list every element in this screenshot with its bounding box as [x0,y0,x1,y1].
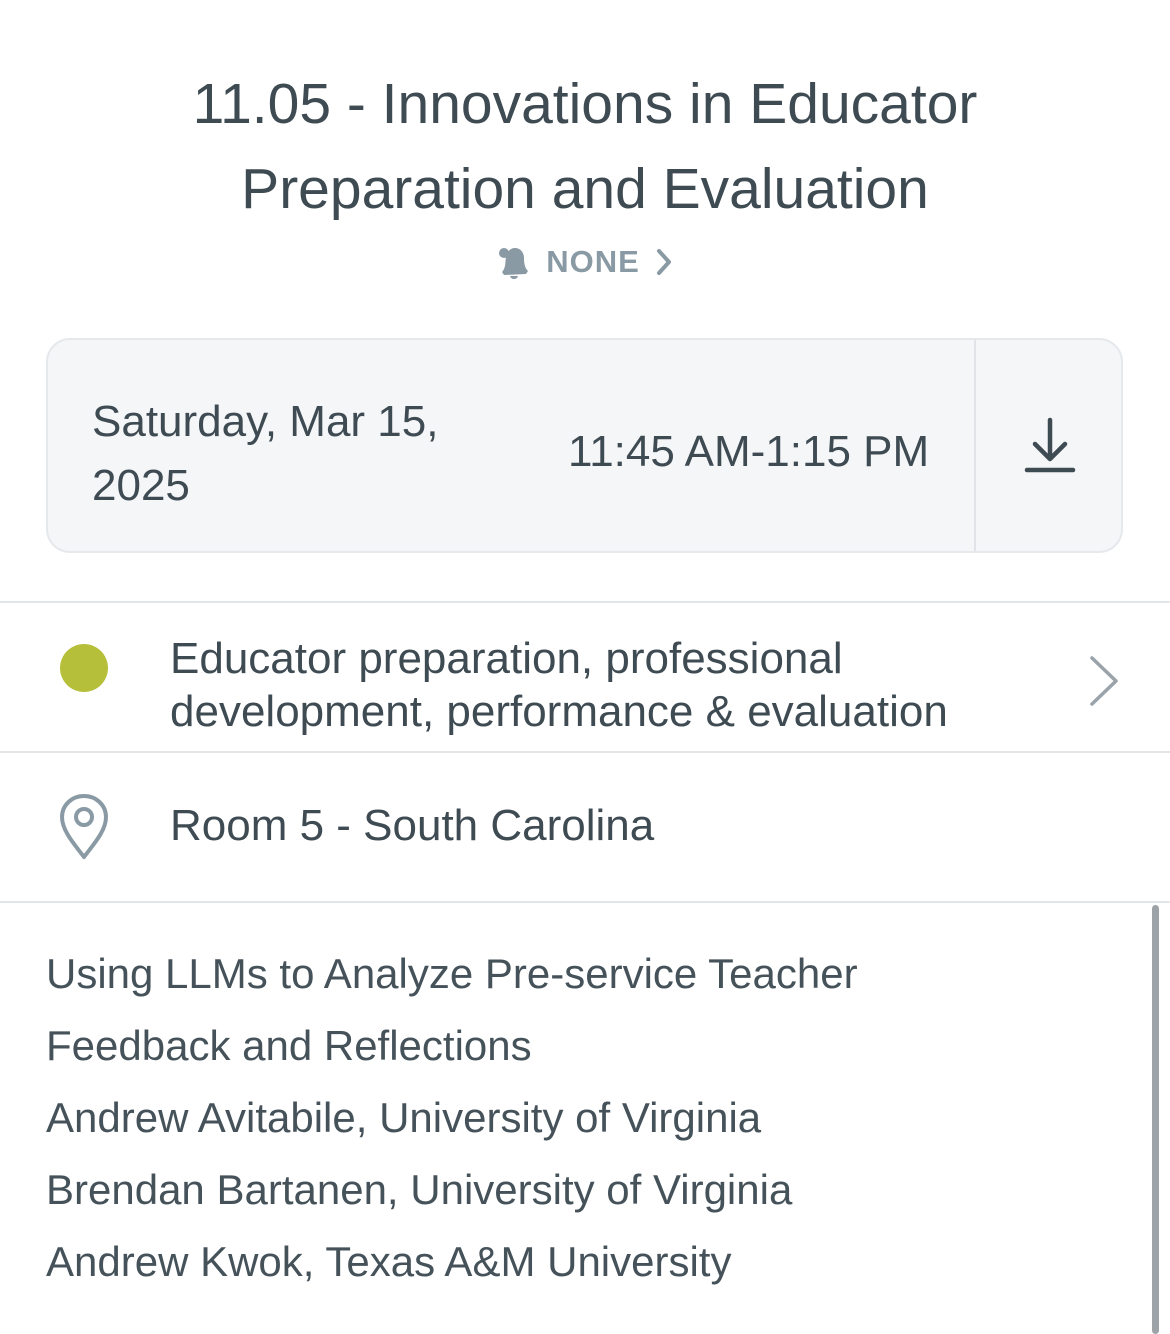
add-to-calendar-button[interactable] [976,340,1123,551]
session-title: 11.05 - Innovations in Educator Preparat… [192,72,978,221]
divider [0,901,1170,903]
session-date: Saturday, Mar 15, 2025 [92,397,439,510]
location-row: Room 5 - South Carolina [0,753,1170,901]
room-label: Room 5 - South Carolina [170,801,655,850]
description-line: Brendan Bartanen, University of Virginia [46,1166,793,1213]
track-row[interactable]: Educator preparation, professional devel… [0,604,1170,751]
bell-icon [499,248,529,279]
track-color-dot [60,644,108,692]
scrollbar[interactable] [1152,905,1159,1334]
description-line: Andrew Kwok, Texas A&M University [46,1238,732,1285]
reminder-label: NONE [546,244,640,279]
session-time: 11:45 AM-1:15 PM [568,427,930,476]
chevron-right-icon [656,249,671,275]
download-icon [1024,417,1075,472]
session-description: Using LLMs to Analyze Pre-service Teache… [46,938,1106,1298]
session-detail-page: 11.05 - Innovations in Educator Preparat… [0,0,1170,1334]
description-line: Feedback and Reflections [46,1022,532,1069]
divider [0,601,1170,603]
track-label: Educator preparation, professional devel… [170,634,948,736]
reminder-selector[interactable]: NONE [0,240,1170,284]
description-line: Using LLMs to Analyze Pre-service Teache… [46,950,858,997]
schedule-card: Saturday, Mar 15, 2025 11:45 AM-1:15 PM [46,338,1123,553]
description-line: Andrew Avitabile, University of Virginia [46,1094,762,1141]
map-pin-icon [60,794,108,859]
chevron-right-icon [1090,656,1118,706]
